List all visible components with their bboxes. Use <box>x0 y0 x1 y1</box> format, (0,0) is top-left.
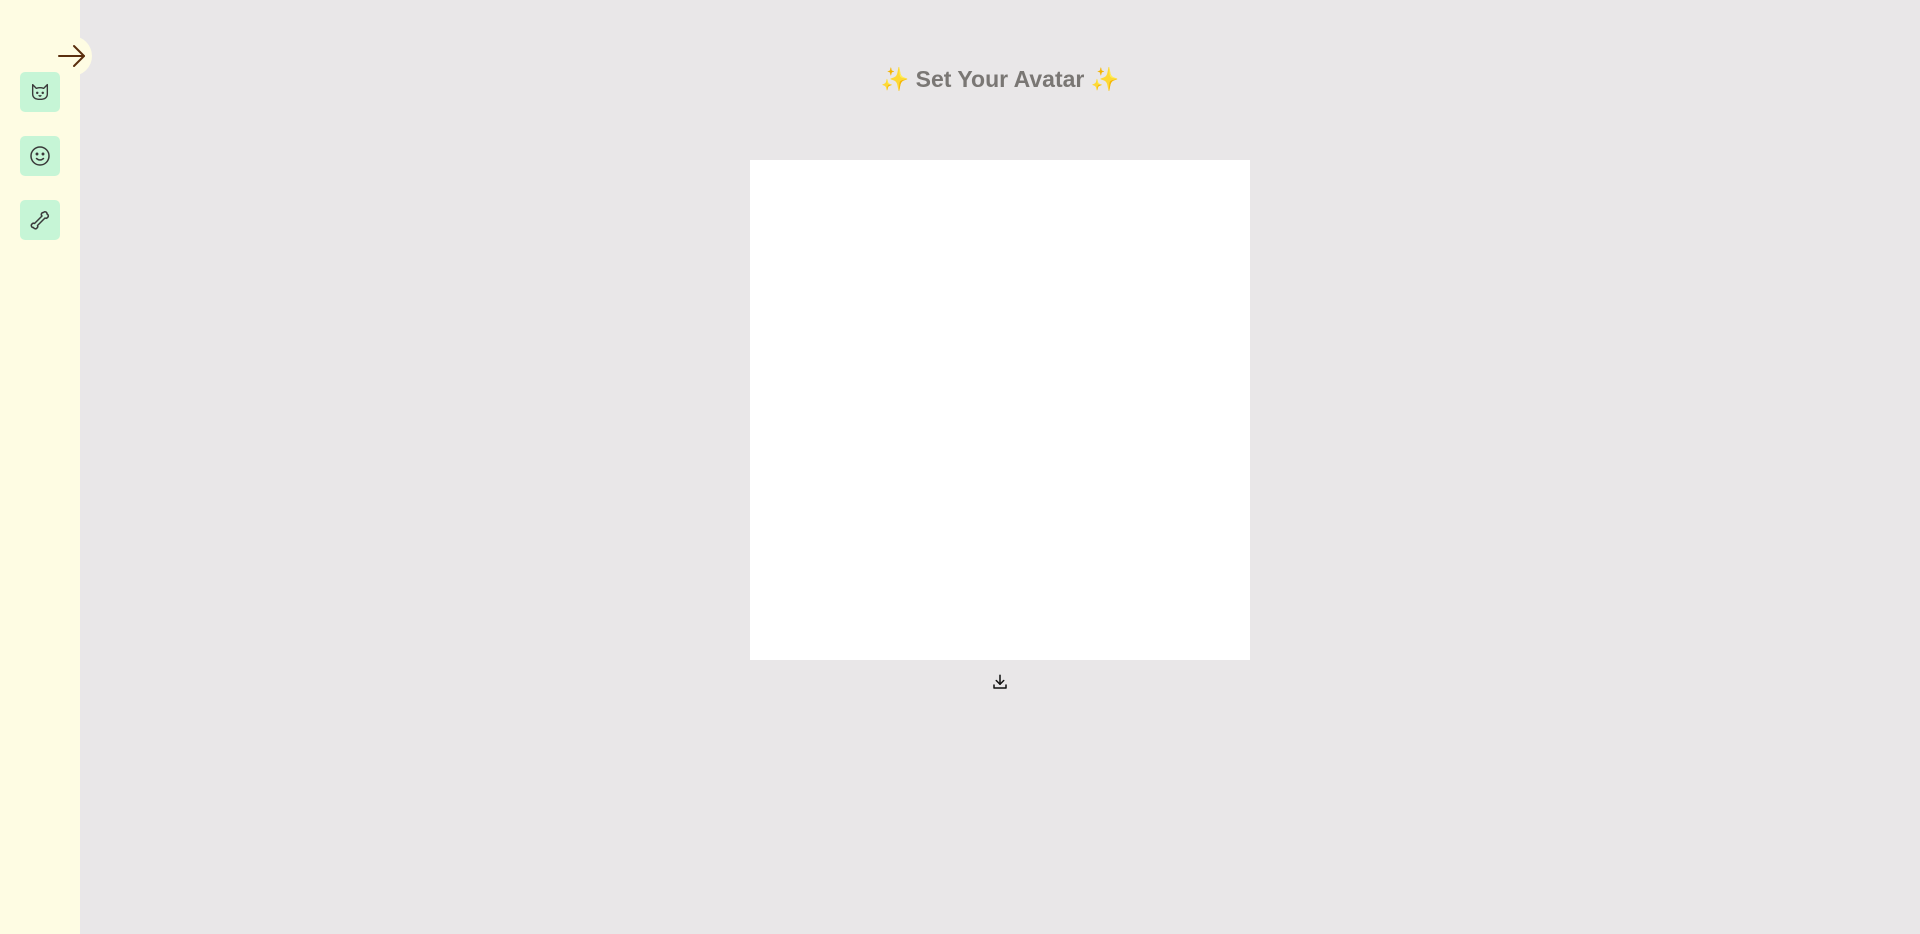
cat-icon <box>29 81 51 103</box>
cat-tool-button[interactable] <box>20 72 60 112</box>
bone-tool-button[interactable] <box>20 200 60 240</box>
sparkle-emoji-right: ✨ <box>1090 66 1120 92</box>
bone-icon <box>28 208 52 232</box>
face-tool-button[interactable] <box>20 136 60 176</box>
download-button[interactable] <box>988 670 1012 694</box>
page-title: ✨ Set Your Avatar ✨ <box>80 62 1920 96</box>
sparkle-emoji-left: ✨ <box>880 66 910 92</box>
download-icon <box>991 673 1009 691</box>
smiley-face-icon <box>28 144 52 168</box>
avatar-canvas[interactable] <box>750 160 1250 660</box>
arrow-right-icon <box>56 40 88 72</box>
sidebar-toggle-button[interactable] <box>52 36 92 76</box>
page-title-text: Set Your Avatar <box>915 66 1085 92</box>
sidebar <box>0 0 80 934</box>
